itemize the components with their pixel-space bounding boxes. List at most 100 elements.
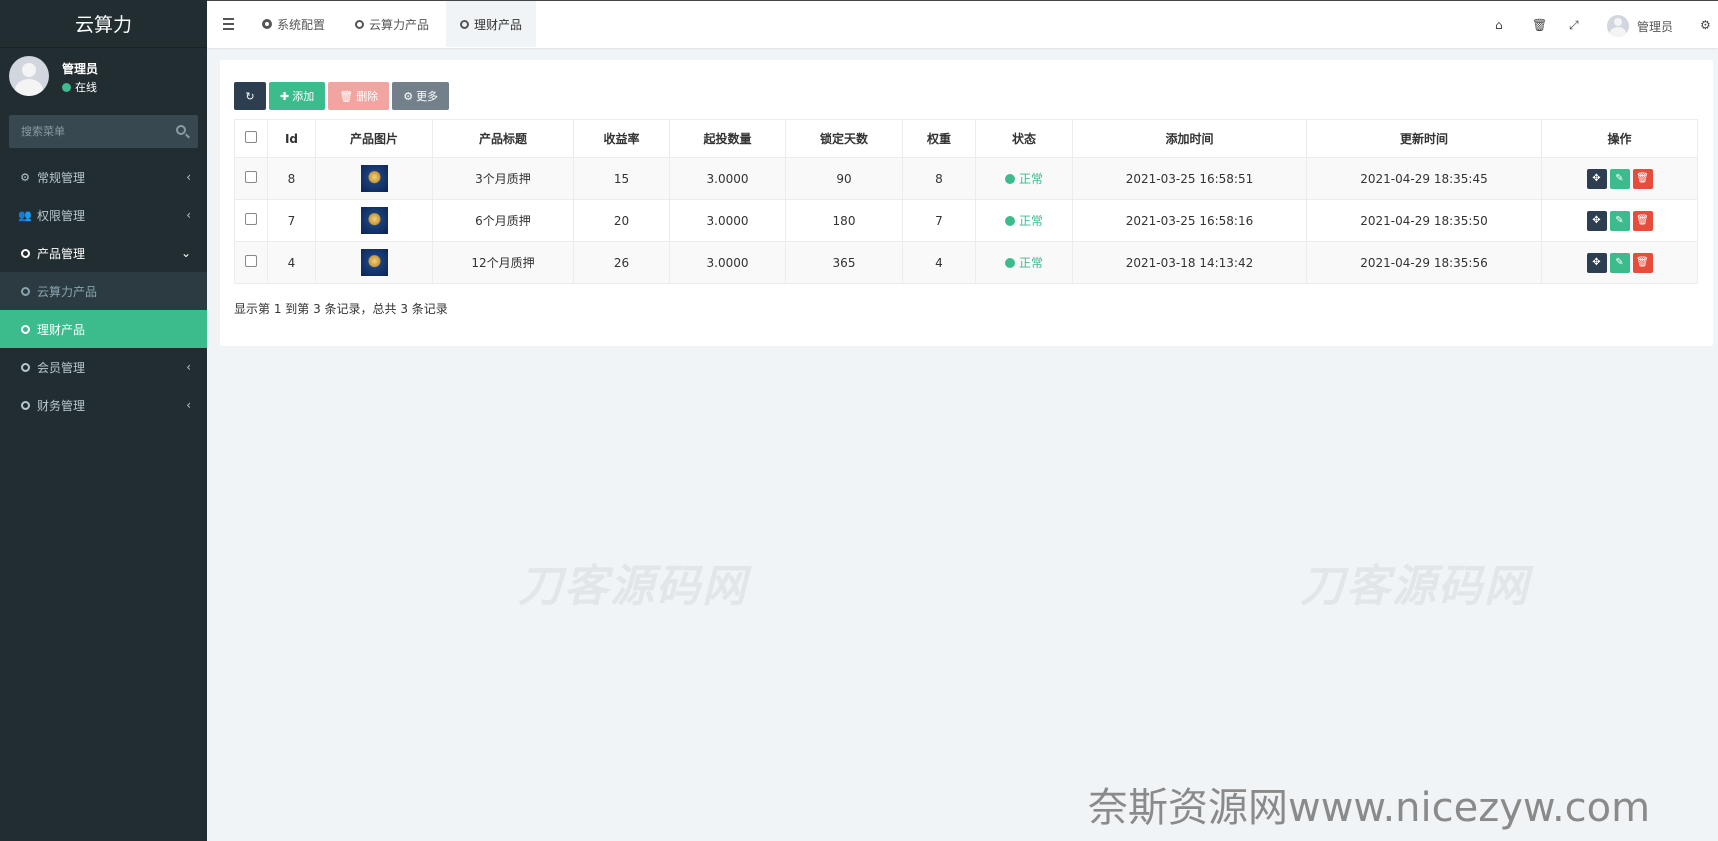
sidebar-item-members[interactable]: 会员管理 ‹ [0,348,207,386]
chevron-down-icon: ⌄ [180,246,191,260]
circle-icon [355,19,364,29]
gear-icon [262,19,272,29]
tab-cloud-products[interactable]: 云算力产品 [341,1,443,47]
select-all-checkbox[interactable] [245,131,257,143]
edit-icon[interactable]: ✎ [1609,168,1630,189]
user-name: 管理员 [62,62,99,76]
row-checkbox[interactable] [245,255,257,267]
top-navbar: 系统配置 云算力产品 理财产品 ⌂ 🗑 ⤢ 管理员 ⚙ [207,0,1718,48]
cell-title: 3个月质押 [432,157,574,200]
tab-finance-products[interactable]: 理财产品 [446,1,537,47]
sidebar-item-label: 会员管理 [37,360,86,375]
more-button-label: 更多 [416,90,439,103]
delete-button[interactable]: 🗑 删除 [328,82,390,110]
sidebar-item-label: 云算力产品 [37,284,98,299]
watermark-center-left: 刀客源码网 [518,561,748,612]
column-header: 添加时间 [1072,119,1307,158]
cell-image [315,157,433,200]
sidebar-item-finance[interactable]: 财务管理 ‹ [0,386,207,424]
search-input[interactable] [9,115,198,148]
table-row: 7 6个月质押 20 3.0000 180 7 正常 2021-03-25 16… [234,199,1698,242]
status-badge[interactable]: 正常 [1004,254,1043,271]
trash-icon: 🗑 [339,89,354,103]
cogs-icon: ⚙ [20,170,30,184]
delete-icon[interactable]: 🗑 [1632,168,1653,189]
cell-days: 365 [785,241,903,284]
row-checkbox[interactable] [245,171,257,183]
search-icon[interactable] [176,125,186,135]
avatar [9,56,49,96]
cell-created: 2021-03-25 16:58:51 [1072,157,1307,200]
move-icon[interactable]: ✥ [1586,210,1607,231]
topbar-user-name[interactable]: 管理员 [1637,18,1673,35]
home-icon[interactable]: ⌂ [1495,18,1503,32]
status-label: 正常 [1018,172,1043,186]
column-header: 权重 [902,119,976,158]
delete-button-label: 删除 [356,90,379,103]
cell-weight: 4 [902,241,976,284]
cell-id: 8 [267,157,316,200]
product-image[interactable] [360,207,388,234]
cell-updated: 2021-04-29 18:35:45 [1306,157,1542,200]
move-icon[interactable]: ✥ [1586,168,1607,189]
edit-icon[interactable]: ✎ [1609,252,1630,273]
refresh-button[interactable]: ↻ [234,82,266,110]
cell-updated: 2021-04-29 18:35:50 [1306,199,1542,242]
sidebar-item-cloud-products[interactable]: 云算力产品 [0,272,207,310]
add-button[interactable]: ✚ 添加 [269,82,326,110]
delete-icon[interactable]: 🗑 [1632,252,1653,273]
cell-min: 3.0000 [669,199,786,242]
app-logo[interactable]: 云算力 [0,0,207,48]
more-button[interactable]: ⚙ 更多 [392,82,450,110]
cell-rate: 20 [573,199,670,242]
column-header: 更新时间 [1306,119,1542,158]
circle-icon [19,362,31,372]
cell-created: 2021-03-25 16:58:16 [1072,199,1307,242]
column-header: 锁定天数 [785,119,903,158]
tab-label: 云算力产品 [369,17,430,32]
cell-days: 180 [785,199,903,242]
status-dot-icon [1004,215,1015,226]
sidebar-item-label: 财务管理 [37,398,86,413]
row-checkbox[interactable] [245,213,257,225]
status-badge[interactable]: 正常 [1004,170,1043,187]
sidebar-item-finance-products[interactable]: 理财产品 [0,310,207,348]
edit-icon[interactable]: ✎ [1609,210,1630,231]
sidebar-item-products[interactable]: 产品管理 ⌄ [0,234,207,272]
circle-icon [19,400,31,410]
watermark-bottom: 奈斯资源网www.nicezyw.com [1088,785,1651,831]
product-image[interactable] [360,249,388,276]
chevron-left-icon: ‹ [186,208,191,222]
cogs-icon[interactable]: ⚙ [1700,18,1711,32]
status-dot-icon [1004,173,1015,184]
trash-icon[interactable]: 🗑 [1532,18,1547,32]
sidebar-item-permissions[interactable]: 👥 权限管理 ‹ [0,196,207,234]
table-row: 8 3个月质押 15 3.0000 90 8 正常 2021-03-25 16:… [234,157,1698,200]
table-header-row: Id 产品图片 产品标题 收益率 起投数量 锁定天数 权重 状态 添加时间 更新… [234,119,1698,158]
delete-icon[interactable]: 🗑 [1632,210,1653,231]
product-image[interactable] [360,165,388,192]
sidebar-item-general[interactable]: ⚙ 常规管理 ‹ [0,158,207,196]
users-icon: 👥 [18,208,32,222]
status-badge[interactable]: 正常 [1004,212,1043,229]
tab-system-config[interactable]: 系统配置 [248,1,339,47]
move-icon[interactable]: ✥ [1586,252,1607,273]
topbar-avatar[interactable] [1607,15,1629,37]
select-all-cell [234,119,268,158]
cell-id: 7 [267,199,316,242]
cell-image [315,199,433,242]
table-toolbar: ↻ ✚ 添加 🗑 删除 ⚙ 更多 [234,82,450,110]
cell-actions: ✥ ✎ 🗑 [1541,199,1698,242]
user-status-label: 在线 [75,81,97,94]
cell-days: 90 [785,157,903,200]
sidebar-menu: ⚙ 常规管理 ‹ 👥 权限管理 ‹ 产品管理 ⌄ 云算力产品 理财产品 会员管理 ‹ 财务管… [0,158,207,424]
chevron-left-icon: ‹ [186,170,191,184]
menu-toggle-icon[interactable] [223,18,234,33]
cell-status: 正常 [975,241,1073,284]
cell-status: 正常 [975,157,1073,200]
fullscreen-icon[interactable]: ⤢ [1569,18,1579,33]
cell-min: 3.0000 [669,157,786,200]
circle-icon [19,248,31,258]
add-button-label: 添加 [292,90,315,103]
column-header[interactable]: Id [267,119,316,158]
